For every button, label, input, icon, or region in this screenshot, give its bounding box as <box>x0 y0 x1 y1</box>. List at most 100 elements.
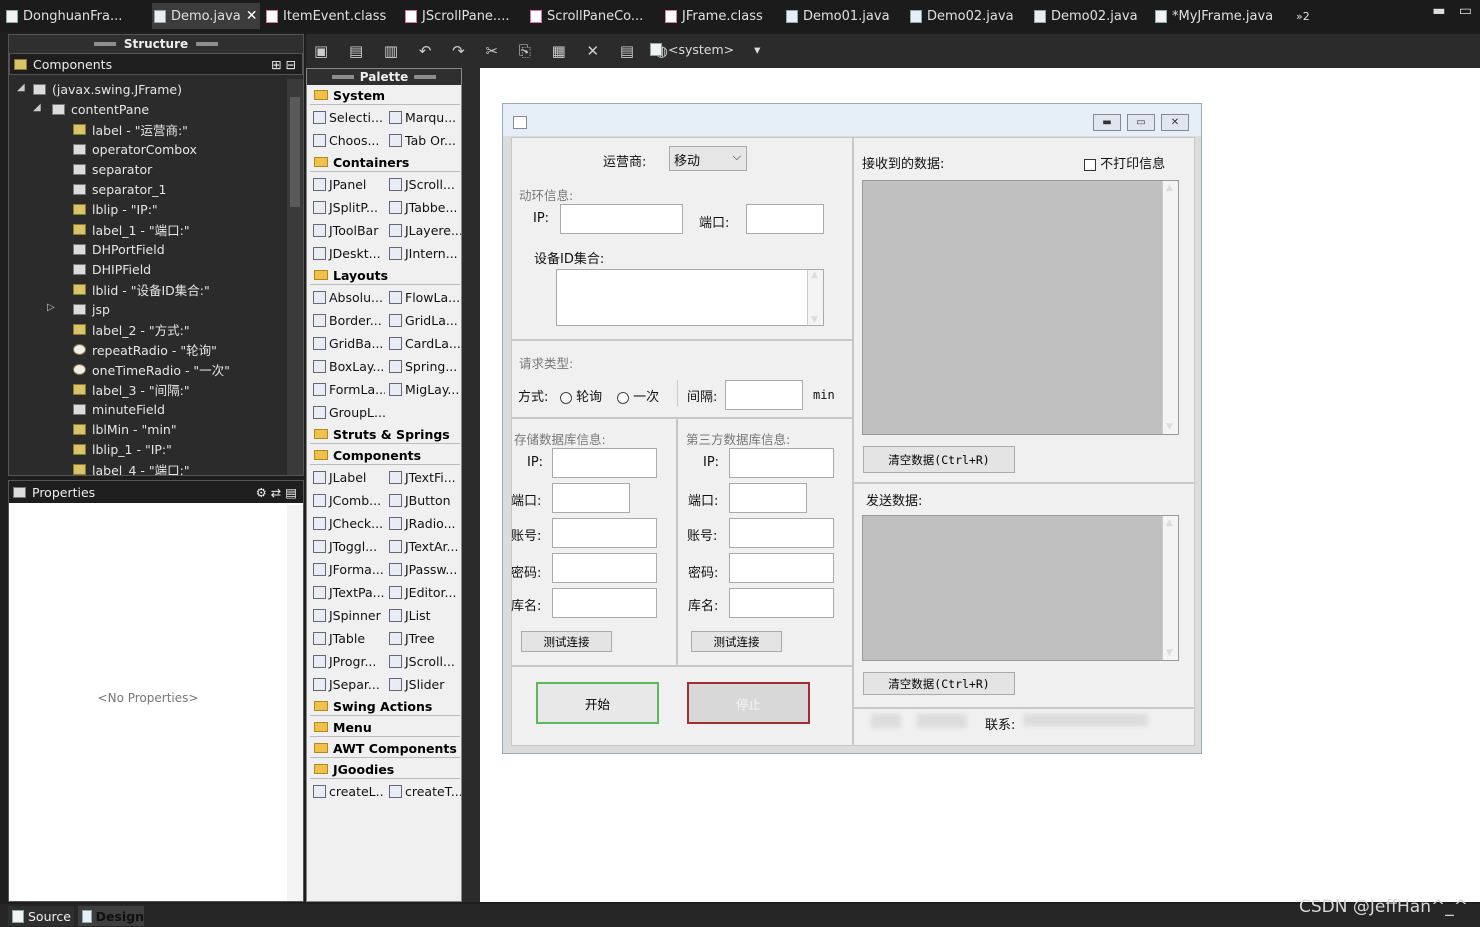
tree-expand-icon[interactable]: ◢ <box>17 82 25 93</box>
tree-node[interactable]: jsp <box>73 299 110 319</box>
palette-category-system[interactable]: System <box>310 86 460 105</box>
storage-dbname-field[interactable] <box>552 588 657 618</box>
tree-node[interactable]: lblid - "设备ID集合:" <box>73 279 210 299</box>
expand-all-icon[interactable]: ⊞ ⊟ <box>271 57 296 72</box>
palette-category-struts[interactable]: Struts & Springs <box>310 425 460 444</box>
palette-item[interactable]: CardLa... <box>389 332 461 354</box>
clear-received-button[interactable]: 清空数据(Ctrl+R) <box>863 446 1015 473</box>
tree-node[interactable]: label_2 - "方式:" <box>73 319 190 339</box>
palette-item[interactable]: JProgr... <box>313 650 385 672</box>
device-ids-scrollbar[interactable]: ▲ ▼ <box>807 270 823 325</box>
palette-item[interactable]: Absolu... <box>313 286 385 308</box>
tab-demo02-2[interactable]: Demo02.java <box>1034 3 1149 29</box>
palette-item[interactable]: JIntern... <box>389 242 461 264</box>
tab-overflow[interactable]: »2 <box>1296 3 1320 29</box>
palette-item[interactable]: JEditor... <box>389 581 461 603</box>
tree-node[interactable]: operatorCombox <box>73 139 197 159</box>
palette-divider[interactable] <box>462 68 480 902</box>
storage-ip-field[interactable] <box>552 448 657 478</box>
tab-demo01[interactable]: Demo01.java <box>786 3 904 29</box>
tree-node[interactable]: oneTimeRadio - "一次" <box>73 359 230 379</box>
no-print-checkbox[interactable]: 不打印信息 <box>1084 153 1165 172</box>
tree-node[interactable]: label_3 - "间隔:" <box>73 379 190 399</box>
palette-item[interactable]: Border... <box>313 309 385 331</box>
tree-node[interactable]: label_1 - "端口:" <box>73 219 190 239</box>
tree-node[interactable]: separator_1 <box>73 179 167 199</box>
palette-item[interactable]: Spring... <box>389 355 461 377</box>
palette-item[interactable]: Choos... <box>313 129 385 151</box>
storage-port-field[interactable] <box>552 483 630 513</box>
tree-node[interactable]: label - "运营商:" <box>73 119 188 139</box>
palette-item[interactable]: JToggl... <box>313 535 385 557</box>
palette-item[interactable]: JScroll... <box>389 650 461 672</box>
third-account-field[interactable] <box>729 518 834 548</box>
palette-item[interactable]: JSpinner <box>313 604 385 626</box>
palette-item[interactable]: JPanel <box>313 173 385 195</box>
palette-item[interactable]: JList <box>389 604 461 626</box>
minute-field[interactable] <box>725 380 803 410</box>
palette-item[interactable]: JSlider <box>389 673 461 695</box>
jframe-preview[interactable]: ▬ ▭ ✕ 运营商: 移动 ⌵ 动环信息: IP: 端口: 设备ID集合: ▲ ▼… <box>502 103 1202 754</box>
tree-node[interactable]: (javax.swing.JFrame) <box>33 79 182 99</box>
toolbar-buttons[interactable]: ▣ ▤ ▥ ↶ ↷ ✂ ⎘ ▦ ✕ ▤ ◍ <box>314 42 676 60</box>
palette-item[interactable]: JScroll... <box>389 173 461 195</box>
operator-combobox[interactable]: 移动 ⌵ <box>669 146 747 171</box>
palette-category-swing-actions[interactable]: Swing Actions <box>310 697 460 716</box>
dh-port-field[interactable] <box>746 204 824 234</box>
tree-expand-icon[interactable]: ▷ <box>47 302 55 313</box>
palette-item[interactable]: JButton <box>389 489 461 511</box>
maximize-icon[interactable]: ▭ <box>1127 114 1155 131</box>
tree-node[interactable]: label_4 - "端口:" <box>73 459 190 475</box>
tree-node[interactable]: lblip_1 - "IP:" <box>73 439 172 459</box>
device-ids-textarea[interactable]: ▲ ▼ <box>556 269 824 326</box>
third-password-field[interactable] <box>729 553 834 583</box>
tree-expand-icon[interactable]: ◢ <box>33 102 41 113</box>
palette-item[interactable]: JForma... <box>313 558 385 580</box>
tab-scrollpaneconstants[interactable]: ScrollPaneCo... <box>530 3 658 29</box>
palette-category-containers[interactable]: Containers <box>310 153 460 172</box>
palette-item[interactable]: FormLa... <box>313 378 385 400</box>
palette-item[interactable]: JRadio... <box>389 512 461 534</box>
palette-category-awt[interactable]: AWT Components <box>310 739 460 758</box>
palette-item[interactable]: BoxLay... <box>313 355 385 377</box>
system-laf-combo[interactable]: <system> ▾ <box>650 42 760 57</box>
palette-category-components[interactable]: Components <box>310 446 460 465</box>
tree-scrollbar[interactable] <box>287 79 303 475</box>
palette-item[interactable]: JLayere... <box>389 219 461 241</box>
palette-item[interactable]: Marqu... <box>389 106 461 128</box>
palette-item[interactable]: JSplitP... <box>313 196 385 218</box>
palette-item[interactable]: GroupL... <box>313 401 385 423</box>
palette-item[interactable]: Tab Or... <box>389 129 461 151</box>
palette-item[interactable]: FlowLa... <box>389 286 461 308</box>
palette-item[interactable]: JTree <box>389 627 461 649</box>
palette-item[interactable]: JPassw... <box>389 558 461 580</box>
tab-donghuanframe[interactable]: DonghuanFra... <box>6 3 146 29</box>
source-tab[interactable]: Source <box>8 906 74 926</box>
tab-itemevent-class[interactable]: ItemEvent.class <box>266 3 398 29</box>
send-scrollbar[interactable]: ▲ ▼ <box>1162 516 1178 660</box>
properties-scrollbar[interactable] <box>287 505 303 901</box>
third-ip-field[interactable] <box>729 448 834 478</box>
palette-item[interactable]: GridLa... <box>389 309 461 331</box>
tree-node[interactable]: lblip - "IP:" <box>73 199 158 219</box>
stop-button[interactable]: 停止 <box>687 682 810 724</box>
minimize-icon[interactable]: ▬ <box>1093 114 1121 131</box>
storage-password-field[interactable] <box>552 553 657 583</box>
one-time-radio[interactable]: 一次 <box>617 386 659 405</box>
palette-item[interactable]: createL... <box>313 780 385 802</box>
palette-item[interactable]: JDeskt... <box>313 242 385 264</box>
palette-item[interactable]: JSepar... <box>313 673 385 695</box>
third-dbname-field[interactable] <box>729 588 834 618</box>
tree-node[interactable]: contentPane <box>52 99 149 119</box>
palette-category-layouts[interactable]: Layouts <box>310 266 460 285</box>
palette-category-menu[interactable]: Menu <box>310 718 460 737</box>
palette-item[interactable]: JTable <box>313 627 385 649</box>
tab-jframe-class[interactable]: JFrame.class <box>665 3 780 29</box>
palette-item[interactable]: JCheck... <box>313 512 385 534</box>
palette-item[interactable]: JTextFi... <box>389 466 461 488</box>
palette-item[interactable]: MigLay... <box>389 378 461 400</box>
tree-node[interactable]: DHIPField <box>73 259 151 279</box>
dh-ip-field[interactable] <box>560 204 683 234</box>
palette-item[interactable]: JToolBar <box>313 219 385 241</box>
tree-node[interactable]: repeatRadio - "轮询" <box>73 339 217 359</box>
